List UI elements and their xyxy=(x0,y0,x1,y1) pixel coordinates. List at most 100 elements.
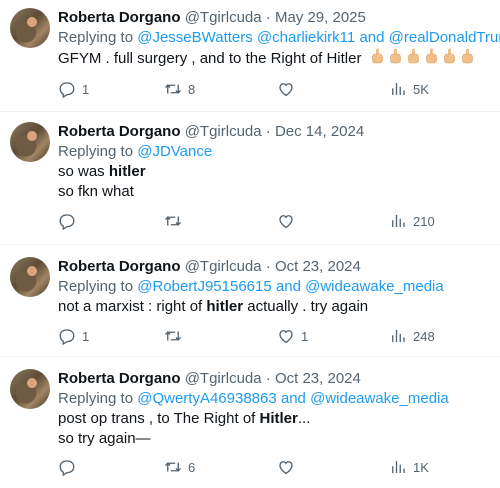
views-count: 248 xyxy=(413,328,435,344)
middle-finger-emoji xyxy=(460,48,475,65)
avatar[interactable] xyxy=(10,122,50,162)
like-button[interactable] xyxy=(277,80,301,98)
replying-to-line: Replying to @QwertyA46938863 and @wideaw… xyxy=(58,389,494,409)
tweet-actions: 1 1 248 xyxy=(58,326,460,346)
user-handle[interactable]: @Tgirlcuda xyxy=(185,258,262,275)
tweet-text: post op trans , to The Right of Hitler..… xyxy=(58,409,494,449)
reply-button[interactable] xyxy=(58,212,82,230)
mention-link[interactable]: @QwertyA46938863 xyxy=(137,390,276,407)
middle-finger-emoji xyxy=(424,48,439,65)
tweet-text: GFYM . full surgery , and to the Right o… xyxy=(58,48,494,69)
like-count: 1 xyxy=(301,328,309,344)
like-button[interactable]: 1 xyxy=(277,327,308,345)
retweet-icon xyxy=(165,84,181,94)
tweet-text-line: post op trans , to The Right of Hitler..… xyxy=(58,409,494,429)
views-button[interactable]: 1K xyxy=(389,458,429,476)
views-count: 210 xyxy=(413,213,435,229)
retweet-button[interactable]: 8 xyxy=(164,80,195,98)
reply-icon xyxy=(59,460,75,476)
tweet-actions: 210 xyxy=(58,211,460,231)
tweet-header: Roberta Dorgano @Tgirlcuda · Oct 23, 202… xyxy=(58,369,494,389)
tweet-date[interactable]: Oct 23, 2024 xyxy=(275,370,361,387)
tweet-text-content: actually . try again xyxy=(243,298,369,315)
like-button[interactable] xyxy=(277,458,301,476)
display-name[interactable]: Roberta Dorgano xyxy=(58,258,181,275)
replying-to-line: Replying to @JesseBWatters @charliekirk1… xyxy=(58,28,500,48)
views-icon xyxy=(392,330,405,342)
reply-button[interactable] xyxy=(58,458,82,476)
mention-link[interactable]: @JesseBWatters xyxy=(137,29,253,46)
tweet[interactable]: Roberta Dorgano @Tgirlcuda · May 29, 202… xyxy=(0,0,500,112)
user-handle[interactable]: @Tgirlcuda xyxy=(185,123,262,140)
avatar[interactable] xyxy=(10,369,50,409)
tweet-text-line: so try again— xyxy=(58,430,151,447)
mention-link[interactable]: @RobertJ95156615 xyxy=(137,278,272,295)
retweet-icon xyxy=(165,216,181,226)
heart-icon xyxy=(279,330,293,344)
reply-button[interactable]: 1 xyxy=(58,327,89,345)
tweet-text: not a marxist : right of hitler actually… xyxy=(58,297,494,317)
mention-conjunction: and xyxy=(275,278,301,295)
views-button[interactable]: 248 xyxy=(389,327,435,345)
tweet-actions: 6 1K xyxy=(58,457,460,477)
tweet-text-highlight: hitler xyxy=(206,298,244,315)
heart-icon xyxy=(279,461,293,475)
tweet-text-content: post op trans , to The Right of xyxy=(58,410,260,427)
tweet[interactable]: Roberta Dorgano @Tgirlcuda · Dec 14, 202… xyxy=(0,112,500,245)
views-icon xyxy=(392,461,405,473)
like-button[interactable] xyxy=(277,212,301,230)
retweet-count: 8 xyxy=(188,81,196,97)
middle-finger-emoji xyxy=(406,48,421,65)
separator-dot: · xyxy=(265,258,271,275)
separator-dot: · xyxy=(265,370,271,387)
tweet-text-content: ... xyxy=(297,410,311,427)
avatar[interactable] xyxy=(10,8,50,48)
tweet[interactable]: Roberta Dorgano @Tgirlcuda · Oct 23, 202… xyxy=(0,245,500,357)
mention-conjunction: and xyxy=(280,390,306,407)
retweet-button[interactable] xyxy=(164,327,188,345)
tweet-header: Roberta Dorgano @Tgirlcuda · Dec 14, 202… xyxy=(58,122,494,142)
display-name[interactable]: Roberta Dorgano xyxy=(58,9,181,26)
replying-to-line: Replying to @RobertJ95156615 and @wideaw… xyxy=(58,277,494,297)
reply-button[interactable]: 1 xyxy=(58,80,89,98)
views-button[interactable]: 210 xyxy=(389,212,435,230)
mention-link[interactable]: @charliekirk11 xyxy=(257,29,355,46)
reply-icon xyxy=(59,329,75,345)
display-name[interactable]: Roberta Dorgano xyxy=(58,370,181,387)
views-button[interactable]: 5K xyxy=(389,80,429,98)
retweet-button[interactable]: 6 xyxy=(164,458,195,476)
user-handle[interactable]: @Tgirlcuda xyxy=(185,370,262,387)
tweet-header: Roberta Dorgano @Tgirlcuda · May 29, 202… xyxy=(58,8,494,28)
mention-link[interactable]: @JDVance xyxy=(137,143,212,160)
mention-conjunction: and xyxy=(359,29,385,46)
tweet-actions: 1 8 5K xyxy=(58,79,460,99)
tweet-text-highlight: hitler xyxy=(108,163,146,180)
replying-to-label: Replying to xyxy=(58,278,134,295)
mention-link[interactable]: @wideawake_media xyxy=(305,278,444,295)
display-name[interactable]: Roberta Dorgano xyxy=(58,123,181,140)
reply-icon xyxy=(59,82,75,98)
separator-dot: · xyxy=(265,9,271,26)
heart-icon xyxy=(279,215,293,229)
replying-to-line: Replying to @JDVance xyxy=(58,142,494,162)
middle-finger-emoji xyxy=(442,48,457,65)
mention-link[interactable]: @wideawake_media xyxy=(310,390,449,407)
separator-dot: · xyxy=(265,123,271,140)
tweet-date[interactable]: May 29, 2025 xyxy=(275,9,366,26)
replying-to-label: Replying to xyxy=(58,143,134,160)
retweet-count: 6 xyxy=(188,459,196,475)
tweet-text-content: so was xyxy=(58,163,109,180)
user-handle[interactable]: @Tgirlcuda xyxy=(185,9,262,26)
heart-icon xyxy=(279,83,293,97)
mention-link[interactable]: @realDonaldTrump xyxy=(389,29,500,46)
retweet-button[interactable] xyxy=(164,212,188,230)
tweet-text-line: so fkn what xyxy=(58,183,134,200)
tweet-text-highlight: Hitler xyxy=(259,410,298,427)
tweet-header: Roberta Dorgano @Tgirlcuda · Oct 23, 202… xyxy=(58,257,494,277)
retweet-icon xyxy=(165,331,181,341)
avatar[interactable] xyxy=(10,257,50,297)
tweet-date[interactable]: Oct 23, 2024 xyxy=(275,258,361,275)
tweet-date[interactable]: Dec 14, 2024 xyxy=(275,123,364,140)
reply-icon xyxy=(59,214,75,230)
tweet[interactable]: Roberta Dorgano @Tgirlcuda · Oct 23, 202… xyxy=(0,357,500,488)
